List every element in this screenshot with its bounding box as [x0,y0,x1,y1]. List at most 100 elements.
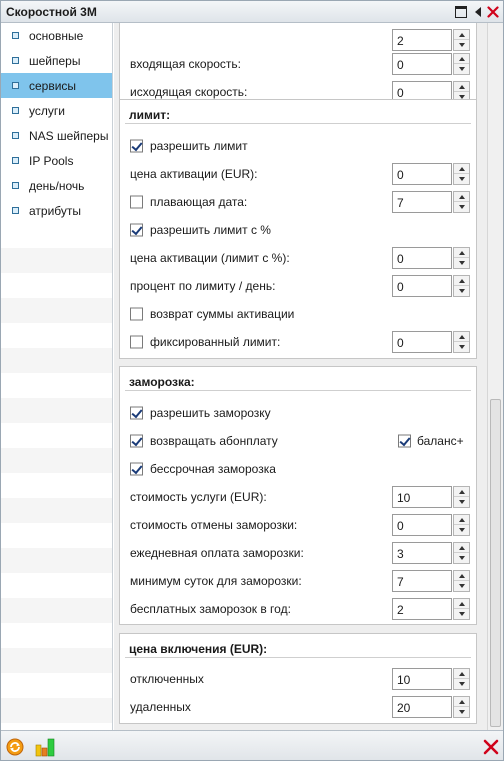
outgoing-speed-label: исходящая скорость: [130,85,248,99]
maximize-icon[interactable] [454,4,468,19]
floating-date-field[interactable]: 7 [392,191,452,213]
stepper-up-icon[interactable] [454,571,469,581]
sidebar-item-ip-pools[interactable]: IP Pools [1,148,112,173]
stepper-down-icon[interactable] [454,707,469,717]
activation-price-stepper[interactable]: 0 [392,163,471,185]
row-service-cost: стоимость услуги (EUR): 10 [120,483,476,511]
daily-payment-field[interactable]: 3 [392,542,452,564]
fixed-limit-stepper[interactable]: 0 [392,331,471,353]
activation-price-pct-label: цена активации (лимит с %): [130,251,290,265]
sidebar-item-basic[interactable]: основные [1,23,112,48]
daily-payment-label: ежедневная оплата заморозки: [130,546,304,560]
incoming-speed-stepper[interactable]: 0 [392,53,471,75]
free-per-year-stepper[interactable]: 2 [392,598,471,620]
deleted-users-stepper[interactable]: 20 [392,696,471,718]
balance-plus-checkbox[interactable] [398,434,411,448]
stepper-down-icon[interactable] [454,609,469,619]
sidebar-item-attributes[interactable]: атрибуты [1,198,112,223]
collapse-left-icon[interactable] [471,4,485,19]
floating-date-checkbox[interactable] [130,195,143,209]
incoming-speed-field[interactable]: 0 [392,53,452,75]
deleted-users-field[interactable]: 20 [392,696,452,718]
min-days-label: минимум суток для заморозки: [130,574,302,588]
bullet-icon [12,57,19,64]
content-area: 2 входящая скорость: 0 исходящая скорост… [114,23,487,730]
activation-price-pct-stepper[interactable]: 0 [392,247,471,269]
min-days-stepper[interactable]: 7 [392,570,471,592]
min-days-field[interactable]: 7 [392,570,452,592]
free-per-year-field[interactable]: 2 [392,598,452,620]
chart-icon[interactable] [35,737,57,757]
daily-payment-stepper[interactable]: 3 [392,542,471,564]
stepper-up-icon[interactable] [454,54,469,64]
stepper-up-icon[interactable] [454,276,469,286]
row-allow-freeze: разрешить заморозку [120,399,476,427]
floating-date-label: плавающая дата: [150,195,248,209]
stepper-up-icon[interactable] [454,30,469,40]
stepper-up-icon[interactable] [454,515,469,525]
stepper-down-icon[interactable] [454,342,469,352]
bullet-icon [12,157,19,164]
stepper-up-icon[interactable] [454,543,469,553]
sidebar-item-nas-shapers[interactable]: NAS шейперы [1,123,112,148]
allow-limit-label: разрешить лимит [150,139,248,153]
stepper-down-icon[interactable] [454,286,469,296]
partial-stepper[interactable]: 2 [392,29,471,51]
sidebar-item-services[interactable]: сервисы [1,73,112,98]
floating-date-stepper[interactable]: 7 [392,191,471,213]
disabled-users-stepper[interactable]: 10 [392,668,471,690]
stepper-up-icon[interactable] [454,164,469,174]
return-fee-checkbox[interactable] [130,434,143,448]
percent-per-day-field[interactable]: 0 [392,275,452,297]
disabled-users-field[interactable]: 10 [392,668,452,690]
row-activation-price-pct: цена активации (лимит с %): 0 [120,244,476,272]
allow-freeze-checkbox[interactable] [130,406,143,420]
stepper-up-icon[interactable] [454,599,469,609]
refresh-icon[interactable] [5,737,25,757]
refund-activation-checkbox[interactable] [130,307,143,321]
stepper-down-icon[interactable] [454,581,469,591]
stepper-up-icon[interactable] [454,487,469,497]
stepper-up-icon[interactable] [454,697,469,707]
activation-price-field[interactable]: 0 [392,163,452,185]
row-cancel-cost: стоимость отмены заморозки: 0 [120,511,476,539]
cancel-cost-stepper[interactable]: 0 [392,514,471,536]
stepper-down-icon[interactable] [454,679,469,689]
deleted-users-label: удаленных [130,700,191,714]
stepper-up-icon[interactable] [454,669,469,679]
row-allow-limit: разрешить лимит [120,132,476,160]
scrollbar-thumb[interactable] [490,399,501,727]
partial-field[interactable]: 2 [392,29,452,51]
stepper-down-icon[interactable] [454,258,469,268]
stepper-down-icon[interactable] [454,553,469,563]
allow-limit-pct-checkbox[interactable] [130,223,143,237]
stepper-up-icon[interactable] [454,332,469,342]
return-fee-label: возвращать абонплату [150,434,278,448]
percent-per-day-stepper[interactable]: 0 [392,275,471,297]
stepper-down-icon[interactable] [454,40,469,50]
fixed-limit-checkbox[interactable] [130,335,143,349]
stepper-up-icon[interactable] [454,192,469,202]
stepper-up-icon[interactable] [454,248,469,258]
close-icon[interactable] [486,4,500,19]
activation-title: цена включения (EUR): [125,634,471,658]
sidebar-item-shapers[interactable]: шейперы [1,48,112,73]
cancel-cost-field[interactable]: 0 [392,514,452,536]
activation-price-pct-field[interactable]: 0 [392,247,452,269]
delete-icon[interactable] [481,737,501,757]
service-cost-field[interactable]: 10 [392,486,452,508]
sidebar-item-day-night[interactable]: день/ночь [1,173,112,198]
stepper-down-icon[interactable] [454,497,469,507]
service-cost-stepper[interactable]: 10 [392,486,471,508]
stepper-down-icon[interactable] [454,64,469,74]
stepper-up-icon[interactable] [454,82,469,92]
stepper-down-icon[interactable] [454,525,469,535]
fixed-limit-field[interactable]: 0 [392,331,452,353]
stepper-down-icon[interactable] [454,202,469,212]
allow-limit-pct-label: разрешить лимит с % [150,223,271,237]
allow-limit-checkbox[interactable] [130,139,143,153]
stepper-down-icon[interactable] [454,174,469,184]
vertical-scrollbar[interactable] [487,23,503,730]
unlimited-freeze-checkbox[interactable] [130,462,143,476]
sidebar-item-options[interactable]: услуги [1,98,112,123]
